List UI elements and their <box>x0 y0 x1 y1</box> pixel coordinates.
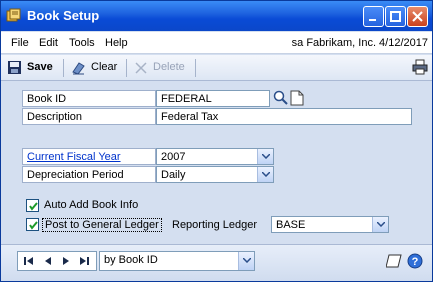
reporting-ledger-dropdown[interactable]: BASE <box>271 216 389 233</box>
toolbar-separator <box>195 59 196 77</box>
menu-bar: File Edit Tools Help sa Fabrikam, Inc. 4… <box>1 32 432 54</box>
dropdown-button[interactable] <box>238 252 254 270</box>
description-field[interactable]: Federal Tax <box>156 108 412 125</box>
chevron-down-icon <box>262 154 270 159</box>
record-navigation <box>17 251 97 271</box>
printer-icon[interactable] <box>412 59 428 78</box>
reporting-ledger-value: BASE <box>276 219 306 231</box>
next-record-icon[interactable] <box>62 256 70 269</box>
menu-tools[interactable]: Tools <box>69 37 95 49</box>
fiscal-year-dropdown[interactable]: 2007 <box>156 148 274 165</box>
reporting-ledger-label: Reporting Ledger <box>172 219 258 231</box>
disk-icon[interactable] <box>7 60 22 78</box>
depreciation-period-value: Daily <box>161 169 186 181</box>
book-app-icon <box>6 8 22 24</box>
eraser-icon[interactable] <box>71 60 86 78</box>
sort-order-value: by Book ID <box>104 254 158 266</box>
close-button[interactable] <box>407 6 428 27</box>
dropdown-button[interactable] <box>257 167 273 182</box>
minimize-button[interactable] <box>363 6 384 27</box>
save-button[interactable]: Save <box>27 61 53 73</box>
note-icon[interactable] <box>385 254 402 271</box>
delete-icon <box>134 61 148 78</box>
chevron-down-icon <box>377 222 385 227</box>
toolbar-separator <box>63 59 64 77</box>
toolbar: Save Clear Delete <box>1 55 432 81</box>
book-id-field[interactable]: FEDERAL <box>156 90 270 107</box>
sort-order-dropdown[interactable]: by Book ID <box>99 251 255 271</box>
magnifier-icon[interactable] <box>273 90 289 109</box>
menu-edit[interactable]: Edit <box>39 37 58 49</box>
depreciation-period-dropdown[interactable]: Daily <box>156 166 274 183</box>
help-icon[interactable]: ? <box>407 253 423 272</box>
note-icon[interactable] <box>290 90 304 109</box>
book-setup-window: Book Setup File Edit Tools Help sa Fabri… <box>0 0 433 282</box>
chevron-down-icon <box>262 172 270 177</box>
menu-file[interactable]: File <box>11 37 29 49</box>
maximize-button[interactable] <box>385 6 406 27</box>
close-icon <box>412 11 423 22</box>
last-record-icon[interactable] <box>80 256 90 269</box>
minimize-icon <box>369 19 376 21</box>
window-title: Book Setup <box>27 8 100 23</box>
description-label: Description <box>22 108 156 125</box>
delete-button[interactable]: Delete <box>153 61 185 73</box>
previous-record-icon[interactable] <box>44 256 52 269</box>
auto-add-book-info-label[interactable]: Auto Add Book Info <box>44 199 138 211</box>
depreciation-period-label: Depreciation Period <box>22 166 156 183</box>
post-to-general-ledger-checkbox[interactable] <box>26 218 39 231</box>
fiscal-year-value: 2007 <box>161 151 186 163</box>
title-bar[interactable]: Book Setup <box>1 1 432 31</box>
maximize-icon <box>390 11 401 22</box>
svg-text:?: ? <box>412 256 419 268</box>
current-fiscal-year-link[interactable]: Current Fiscal Year <box>22 148 156 165</box>
checkmark-icon <box>29 221 38 230</box>
auto-add-book-info-checkbox[interactable] <box>26 199 39 212</box>
browse-bar: by Book ID ? <box>1 244 432 281</box>
user-company-date: sa Fabrikam, Inc. 4/12/2017 <box>291 37 428 49</box>
dropdown-button[interactable] <box>257 149 273 164</box>
menu-help[interactable]: Help <box>105 37 128 49</box>
first-record-icon[interactable] <box>24 256 34 269</box>
form-area: Book ID FEDERAL Description Federal Tax … <box>1 82 432 242</box>
post-to-general-ledger-label[interactable]: Post to General Ledger <box>42 218 162 232</box>
toolbar-separator <box>126 59 127 77</box>
dropdown-button[interactable] <box>372 217 388 232</box>
clear-button[interactable]: Clear <box>91 61 117 73</box>
chevron-down-icon <box>243 258 251 263</box>
book-id-label: Book ID <box>22 90 156 107</box>
checkmark-icon <box>29 202 38 211</box>
